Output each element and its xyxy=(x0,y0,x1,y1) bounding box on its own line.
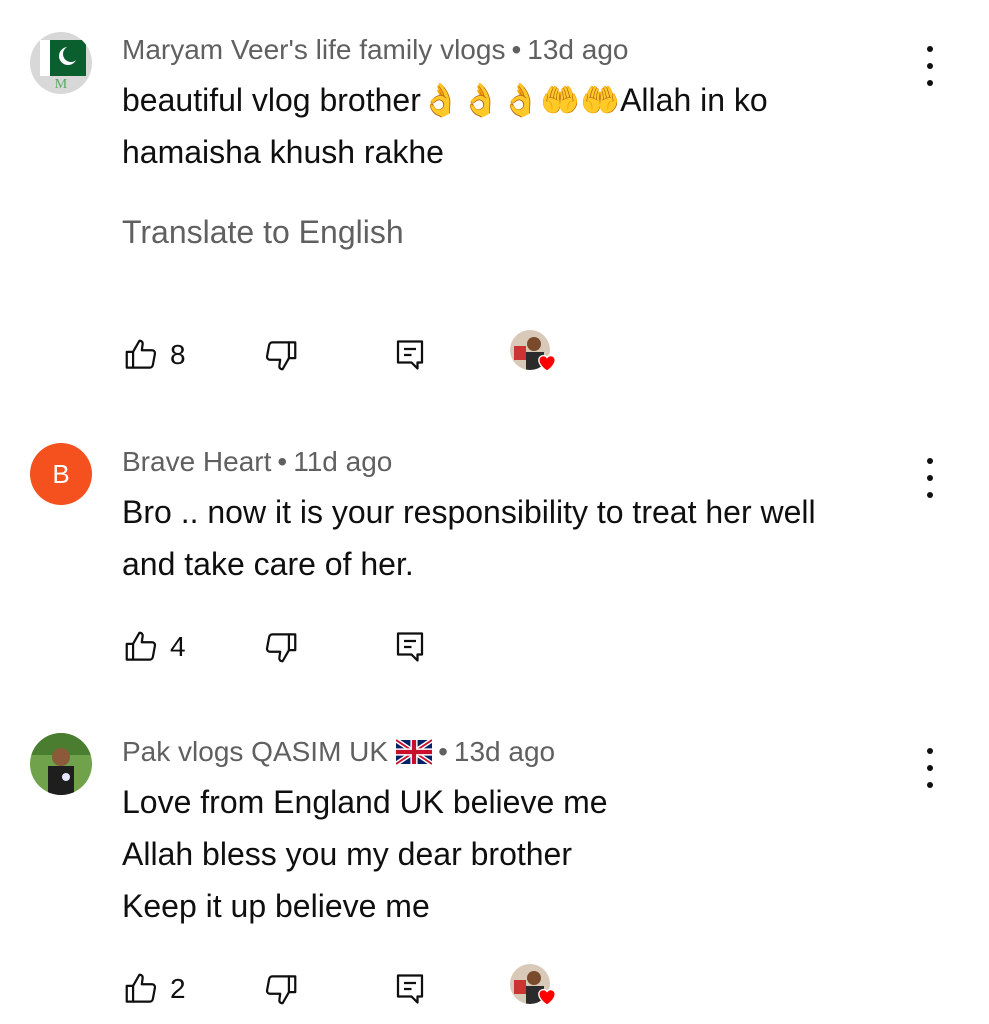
like-count: 8 xyxy=(170,339,186,370)
comment-line: and take care of her. xyxy=(122,546,414,582)
reply-button[interactable] xyxy=(392,628,428,666)
comment-line: Love from England UK believe me xyxy=(122,784,608,820)
comment-time: 11d ago xyxy=(293,446,393,477)
creator-heart-icon xyxy=(538,355,556,372)
thumb-up-outline-icon xyxy=(125,339,157,369)
avatar-letter: B xyxy=(52,458,70,489)
comment-reply-icon xyxy=(396,632,424,662)
like-count: 2 xyxy=(170,973,186,1004)
reply-button[interactable] xyxy=(392,970,428,1008)
svg-text:M: M xyxy=(55,77,68,92)
dislike-button[interactable] xyxy=(262,336,300,374)
translate-button[interactable]: Translate to English xyxy=(122,214,404,251)
separator-dot: • xyxy=(438,736,448,767)
creator-heart-icon xyxy=(538,989,556,1006)
reply-button[interactable] xyxy=(392,336,428,374)
comment-line: beautiful vlog brother👌👌👌🤲🤲Allah in ko xyxy=(122,82,768,118)
like-count: 4 xyxy=(170,631,186,662)
avatar[interactable]: B xyxy=(30,443,92,505)
comment-line: Allah bless you my dear brother xyxy=(122,836,572,872)
comment-line: hamaisha khush rakhe xyxy=(122,134,444,170)
separator-dot: • xyxy=(277,446,288,477)
like-button[interactable]: 8 xyxy=(122,336,186,374)
comment-meta: Pak vlogs QASIM UK • 13d ago xyxy=(122,736,555,768)
more-vert-icon[interactable] xyxy=(918,46,942,86)
thumb-up-outline-icon xyxy=(125,631,157,661)
avatar[interactable] xyxy=(30,733,92,795)
thumb-down-outline-icon xyxy=(265,341,297,371)
creator-heart xyxy=(510,330,556,376)
comment-line: Keep it up believe me xyxy=(122,888,430,924)
comment-meta: Maryam Veer's life family vlogs • 13d ag… xyxy=(122,34,629,66)
uk-flag-icon xyxy=(396,739,433,765)
more-vert-icon[interactable] xyxy=(918,748,942,788)
thumb-up-outline-icon xyxy=(125,973,157,1003)
creator-heart xyxy=(510,964,556,1010)
comment-meta: Brave Heart • 11d ago xyxy=(122,446,392,478)
comment-text: Bro .. now it is your responsibility to … xyxy=(122,486,816,590)
comment-reply-icon xyxy=(396,340,424,370)
avatar[interactable]: M xyxy=(30,32,92,94)
author-name[interactable]: Brave Heart xyxy=(122,446,271,478)
dislike-button[interactable] xyxy=(262,970,300,1008)
dislike-button[interactable] xyxy=(262,628,300,666)
comment-time: 13d ago xyxy=(453,736,556,767)
thumb-down-outline-icon xyxy=(265,633,297,663)
author-name[interactable]: Pak vlogs QASIM UK xyxy=(122,736,388,768)
more-vert-icon[interactable] xyxy=(918,458,942,498)
comment-line: Bro .. now it is your responsibility to … xyxy=(122,494,816,530)
comment-text: beautiful vlog brother👌👌👌🤲🤲Allah in ko h… xyxy=(122,74,768,178)
comment-reply-icon xyxy=(396,974,424,1004)
comment-time: 13d ago xyxy=(527,34,629,65)
like-button[interactable]: 4 xyxy=(122,628,186,666)
thumb-down-outline-icon xyxy=(265,975,297,1005)
comment-text: Love from England UK believe me Allah bl… xyxy=(122,776,608,932)
author-name[interactable]: Maryam Veer's life family vlogs xyxy=(122,34,505,66)
like-button[interactable]: 2 xyxy=(122,970,186,1008)
separator-dot: • xyxy=(511,34,522,65)
